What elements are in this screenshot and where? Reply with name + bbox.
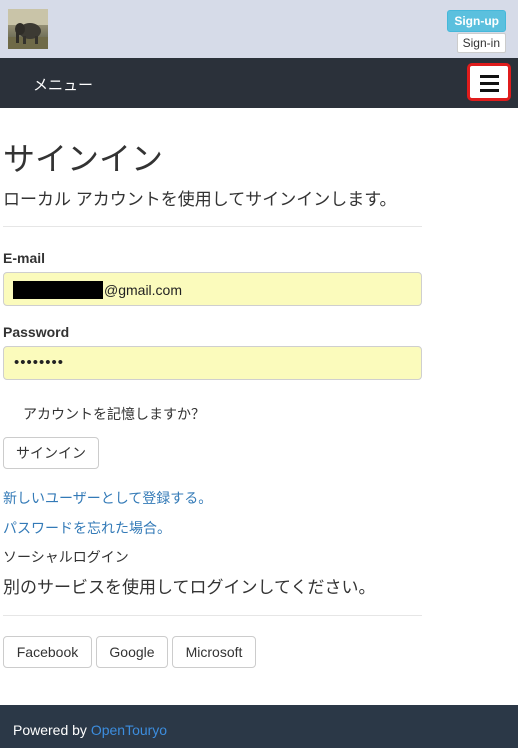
password-field[interactable]: ••••••••: [3, 346, 422, 380]
facebook-login-button[interactable]: Facebook: [3, 636, 92, 668]
email-field[interactable]: @gmail.com: [3, 272, 422, 306]
site-logo[interactable]: [8, 9, 48, 49]
remember-me-checkbox[interactable]: アカウントを記憶しますか？: [23, 404, 205, 424]
email-label: E-mail: [3, 250, 46, 266]
email-value-suffix: @gmail.com: [104, 282, 183, 298]
password-mask: ••••••••: [14, 354, 65, 371]
page-title: サインイン: [3, 141, 164, 177]
navbar-toggle-button[interactable]: [467, 63, 511, 101]
page-lead: ローカル アカウントを使用してサインインします。: [3, 190, 397, 209]
menu-label[interactable]: メニュー: [33, 74, 93, 95]
signin-button[interactable]: Sign-in: [456, 33, 506, 53]
footer-prefix: Powered by: [13, 722, 87, 738]
divider: [3, 615, 422, 616]
redacted-email-user: [13, 281, 103, 299]
social-login-title: ソーシャルログイン: [3, 549, 129, 565]
navbar: メニュー: [0, 58, 518, 108]
forgot-password-link[interactable]: パスワードを忘れた場合。: [3, 518, 171, 538]
signup-button[interactable]: Sign-up: [447, 10, 506, 32]
signin-submit-button[interactable]: サインイン: [3, 437, 99, 469]
google-login-button[interactable]: Google: [96, 636, 168, 668]
opentouryo-link[interactable]: OpenTouryo: [91, 722, 167, 738]
top-header: Sign-up Sign-in: [0, 0, 518, 58]
microsoft-login-button[interactable]: Microsoft: [172, 636, 256, 668]
elephant-photo-icon: [8, 9, 48, 49]
divider: [3, 226, 422, 227]
password-label: Password: [3, 324, 70, 340]
footer-text: Powered by OpenTouryo: [13, 722, 167, 738]
register-link[interactable]: 新しいユーザーとして登録する。: [3, 488, 212, 508]
social-login-lead: 別のサービスを使用してログインしてください。: [3, 578, 376, 597]
footer: Powered by OpenTouryo: [0, 705, 518, 748]
